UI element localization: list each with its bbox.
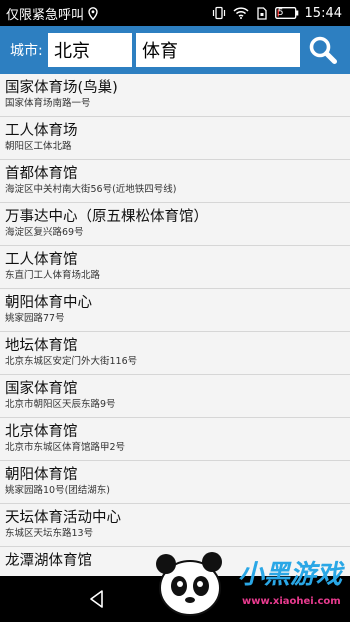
result-name: 天坛体育活动中心 xyxy=(5,510,121,526)
result-name: 朝阳体育中心 xyxy=(5,295,92,311)
search-button[interactable] xyxy=(303,33,343,67)
city-input[interactable] xyxy=(48,33,132,67)
navigation-bar xyxy=(0,576,350,622)
result-name: 国家体育场(鸟巢) xyxy=(5,80,118,96)
result-item[interactable]: 龙潭湖体育馆 xyxy=(0,547,350,576)
result-item[interactable]: 工人体育场朝阳区工体北路 xyxy=(0,117,350,160)
result-item[interactable]: 国家体育馆北京市朝阳区天辰东路9号 xyxy=(0,375,350,418)
result-item[interactable]: 朝阳体育馆姚家园路10号(团结湖东) xyxy=(0,461,350,504)
result-name: 工人体育馆 xyxy=(5,252,78,268)
sim-icon xyxy=(256,6,268,20)
result-name: 万事达中心（原五棵松体育馆） xyxy=(5,209,208,225)
result-address: 姚家园路10号(团结湖东) xyxy=(5,485,111,496)
result-item[interactable]: 万事达中心（原五棵松体育馆） 海淀区复兴路69号 xyxy=(0,203,350,246)
result-item[interactable]: 天坛体育活动中心东城区天坛东路13号 xyxy=(0,504,350,547)
result-address: 海淀区复兴路69号 xyxy=(5,227,84,238)
result-address: 国家体育场南路一号 xyxy=(5,98,91,109)
results-list: 国家体育场(鸟巢) 国家体育场南路一号工人体育场朝阳区工体北路首都体育馆海淀区中关… xyxy=(0,74,350,576)
result-address: 海淀区中关村南大街56号(近地铁四号线) xyxy=(5,184,177,195)
result-name: 北京体育馆 xyxy=(5,424,78,440)
search-icon xyxy=(309,36,337,64)
result-address: 朝阳区工体北路 xyxy=(5,141,72,152)
carrier-text: 仅限紧急呼叫 xyxy=(6,7,85,23)
result-item[interactable]: 国家体育场(鸟巢) 国家体育场南路一号 xyxy=(0,74,350,117)
status-bar: 仅限紧急呼叫 5 15:44 xyxy=(0,0,350,26)
location-icon xyxy=(88,6,98,20)
vibrate-icon xyxy=(212,6,226,20)
keyword-input[interactable] xyxy=(136,33,300,67)
result-item[interactable]: 地坛体育馆北京东城区安定门外大街116号 xyxy=(0,332,350,375)
result-address: 北京东城区安定门外大街116号 xyxy=(5,356,138,367)
result-name: 地坛体育馆 xyxy=(5,338,78,354)
result-name: 龙潭湖体育馆 xyxy=(5,553,92,569)
city-label: 城市: xyxy=(10,43,43,59)
result-name: 国家体育馆 xyxy=(5,381,78,397)
wifi-icon xyxy=(233,7,249,19)
search-bar: 城市: xyxy=(0,26,350,74)
result-address: 北京市朝阳区天辰东路9号 xyxy=(5,399,116,410)
result-address: 北京市东城区体育馆路甲2号 xyxy=(5,442,126,453)
back-button[interactable] xyxy=(86,588,108,610)
result-item[interactable]: 北京体育馆北京市东城区体育馆路甲2号 xyxy=(0,418,350,461)
back-icon xyxy=(90,590,103,608)
result-name: 朝阳体育馆 xyxy=(5,467,78,483)
result-address: 东城区天坛东路13号 xyxy=(5,528,94,539)
result-name: 首都体育馆 xyxy=(5,166,78,182)
result-name: 工人体育场 xyxy=(5,123,78,139)
result-item[interactable]: 首都体育馆海淀区中关村南大街56号(近地铁四号线) xyxy=(0,160,350,203)
result-item[interactable]: 工人体育馆东直门工人体育场北路 xyxy=(0,246,350,289)
battery-percent: 5 xyxy=(277,8,284,18)
result-address: 姚家园路77号 xyxy=(5,313,65,324)
result-item[interactable]: 朝阳体育中心姚家园路77号 xyxy=(0,289,350,332)
result-address: 东直门工人体育场北路 xyxy=(5,270,101,281)
clock: 15:44 xyxy=(304,5,342,21)
